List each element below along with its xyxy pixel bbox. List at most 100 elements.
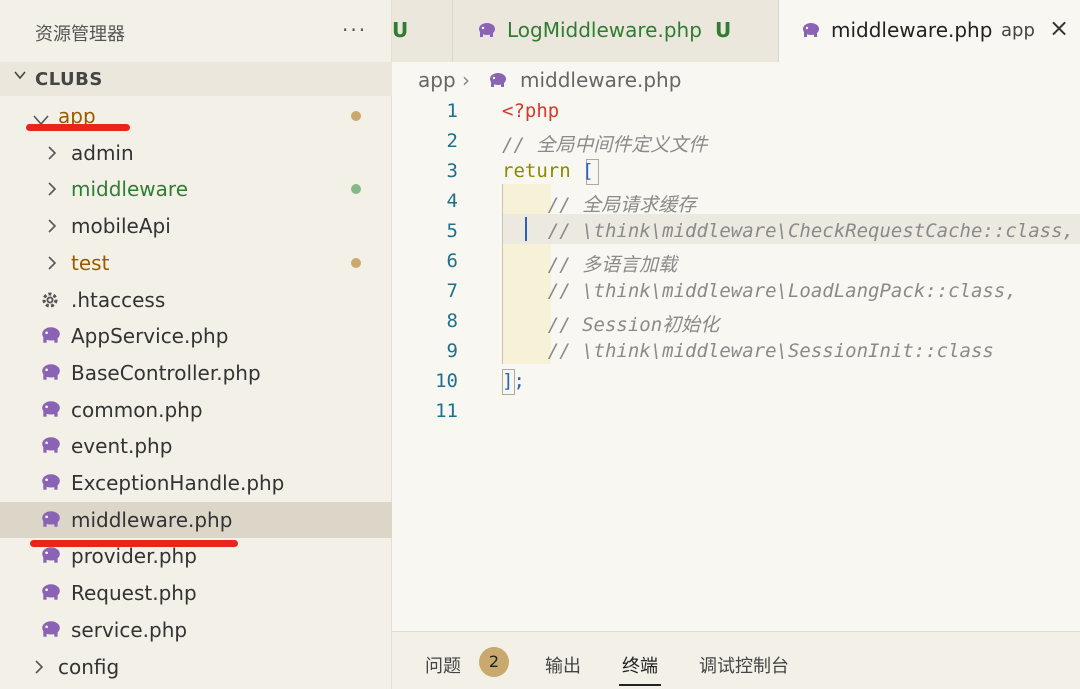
line-number: 4 <box>446 190 458 212</box>
annotation-underline-middleware <box>30 540 238 547</box>
tree-file-service-php[interactable]: service.php <box>0 612 392 648</box>
tree-folder-middleware[interactable]: middleware <box>0 171 392 207</box>
line-number: 3 <box>446 160 458 182</box>
line-number: 10 <box>435 370 458 392</box>
tree-folder-mobileapi[interactable]: mobileApi <box>0 208 392 244</box>
tab-untitled-partial[interactable]: U <box>392 0 452 62</box>
tree-folder-admin[interactable]: admin <box>0 135 392 171</box>
chevron-right-icon <box>45 253 59 277</box>
tree-file-middleware-php[interactable]: middleware.php <box>0 501 392 538</box>
php-elephant-icon <box>40 436 62 458</box>
chevron-right-icon <box>45 179 59 203</box>
tree-item-label: config <box>58 654 120 679</box>
tree-file-exceptionhandle-php[interactable]: ExceptionHandle.php <box>0 465 392 501</box>
line-number: 8 <box>446 310 458 332</box>
code-token: [ <box>570 160 594 182</box>
tree-item-label: provider.php <box>71 544 197 569</box>
tree-item-label: event.php <box>71 434 173 459</box>
git-status-dot <box>351 257 361 268</box>
code-line: // \think\middleware\CheckRequestCache::… <box>502 220 1074 242</box>
tree-file-request-php[interactable]: Request.php <box>0 575 392 611</box>
tree-folder-test[interactable]: test <box>0 245 392 281</box>
git-status-dot <box>351 111 361 121</box>
tree-item-label: middleware.php <box>71 507 233 532</box>
php-elephant-icon <box>40 620 62 642</box>
code-line: <?php <box>502 100 560 122</box>
code-line: // Session初始化 <box>502 314 720 336</box>
more-actions-button[interactable]: ··· <box>342 18 367 42</box>
tab-problems[interactable]: 问题 <box>425 652 461 678</box>
tab-debug-console[interactable]: 调试控制台 <box>699 652 789 678</box>
tree-item-label: admin <box>71 140 134 165</box>
chevron-right-icon <box>45 216 59 240</box>
tab-logmiddleware[interactable]: LogMiddleware.php U <box>453 0 778 62</box>
tree-file-appservice-php[interactable]: AppService.php <box>0 318 392 354</box>
tab-output[interactable]: 输出 <box>545 652 581 678</box>
chevron-right-icon <box>32 657 46 681</box>
code-line: return [ <box>502 160 594 182</box>
tree-item-label: common.php <box>71 397 203 422</box>
git-status-dot <box>351 184 361 195</box>
chevron-right-icon <box>45 143 59 167</box>
php-elephant-icon <box>40 363 62 385</box>
tab-status: U <box>392 18 409 42</box>
breadcrumb-separator: › <box>462 68 470 92</box>
breadcrumb-file[interactable]: middleware.php <box>520 68 681 92</box>
tree-item-label: service.php <box>71 617 188 642</box>
tree-item-label: .htaccess <box>71 287 166 312</box>
line-number: 1 <box>446 100 458 122</box>
active-tab-indicator <box>619 684 661 686</box>
line-number: 7 <box>446 280 458 302</box>
tree-item-label: Request.php <box>71 581 197 606</box>
tree-item-label: AppService.php <box>71 324 229 349</box>
workspace-section-header[interactable]: CLUBS <box>0 62 392 96</box>
annotation-underline-app <box>26 124 130 131</box>
line-number: 9 <box>446 340 458 362</box>
editor-tab-bar: U LogMiddleware.php U middleware.php app… <box>392 0 1080 62</box>
code-line: // 全局请求缓存 <box>502 194 697 216</box>
code-line: // 多语言加载 <box>502 254 678 276</box>
tree-item-label: mobileApi <box>71 214 171 239</box>
breadcrumb-folder[interactable]: app <box>418 68 456 92</box>
php-elephant-icon <box>477 22 497 42</box>
tree-item-label: BaseController.php <box>71 360 261 385</box>
tree-item-label: ExceptionHandle.php <box>71 471 285 495</box>
tab-terminal[interactable]: 终端 <box>622 652 658 678</box>
php-elephant-icon <box>488 72 508 92</box>
line-number: 2 <box>446 130 458 152</box>
line-number: 5 <box>446 220 458 242</box>
tab-status: U <box>715 18 732 42</box>
php-elephant-icon <box>801 22 821 42</box>
problems-count-badge: 2 <box>479 647 509 677</box>
tree-file-basecontroller-php[interactable]: BaseController.php <box>0 355 392 391</box>
php-elephant-icon <box>40 510 62 532</box>
php-elephant-icon <box>40 473 62 495</box>
explorer-header: 资源管理器 ··· <box>0 0 392 62</box>
code-line: // 全局中间件定义文件 <box>502 134 708 156</box>
tree-folder-config[interactable]: config <box>0 649 392 685</box>
close-icon[interactable]: × <box>1049 14 1069 42</box>
explorer-sidebar: 资源管理器 ··· CLUBS app admin middleware mobile… <box>0 0 392 689</box>
tree-file-event-php[interactable]: event.php <box>0 428 392 464</box>
gear-icon <box>40 290 60 314</box>
tab-middleware-active[interactable]: middleware.php app × <box>779 0 1080 62</box>
code-editor[interactable]: 1 2 3 4 5 6 7 8 9 10 11 <?php// 全局中间件定义文件 return [ … <box>392 96 1080 631</box>
php-elephant-icon <box>40 400 62 422</box>
php-elephant-icon <box>40 583 62 605</box>
breadcrumb: app › middleware.php <box>392 62 1080 96</box>
tree-file-htaccess[interactable]: .htaccess <box>0 282 392 318</box>
php-elephant-icon <box>40 546 62 568</box>
bottom-panel: 问题 2 输出 终端 调试控制台 <box>392 631 1080 689</box>
code-token: return <box>502 160 571 182</box>
chevron-down-icon <box>12 67 28 88</box>
php-elephant-icon <box>40 326 62 348</box>
tree-file-common-php[interactable]: common.php <box>0 392 392 428</box>
tab-path-hint: app <box>1001 20 1035 41</box>
workspace-name: CLUBS <box>35 69 103 90</box>
code-line: // \think\middleware\LoadLangPack::class… <box>502 280 1017 302</box>
line-number: 6 <box>446 250 458 272</box>
code-line: // \think\middleware\SessionInit::class <box>502 340 994 362</box>
explorer-title: 资源管理器 <box>35 24 125 45</box>
code-line: ]; <box>502 370 525 392</box>
tab-label: middleware.php <box>831 18 993 42</box>
